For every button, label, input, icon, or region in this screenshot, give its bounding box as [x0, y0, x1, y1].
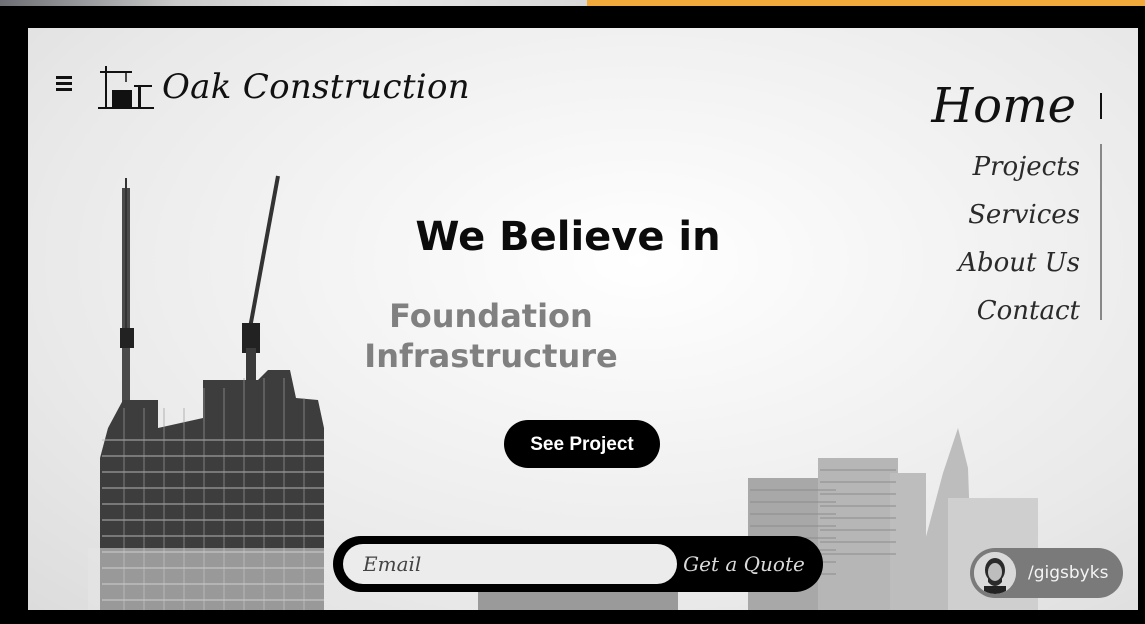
nav-item-services[interactable]: Services — [958, 191, 1080, 239]
nav-item-contact[interactable]: Contact — [958, 287, 1080, 335]
website-frame: Oak Construction Home Projects Services … — [28, 28, 1138, 610]
hero-subtitle-line-2: Infrastructure — [364, 337, 618, 375]
see-project-button[interactable]: See Project — [504, 420, 660, 468]
hero-title: We Believe in — [415, 214, 721, 260]
hero-subtitle-line-1: Foundation — [389, 297, 593, 335]
nav-item-home[interactable]: Home — [931, 78, 1076, 134]
brand-name: Oak Construction — [162, 67, 470, 107]
top-image-strip — [0, 0, 587, 6]
email-field[interactable] — [343, 544, 677, 584]
crane-building-icon — [98, 66, 154, 109]
nav-item-about-us[interactable]: About Us — [958, 239, 1080, 287]
avatar-portrait-icon — [974, 552, 1016, 594]
nav-active-indicator — [1100, 93, 1102, 119]
nav-item-projects[interactable]: Projects — [958, 143, 1080, 191]
quote-form: Get a Quote — [333, 536, 823, 592]
top-accent-strip — [587, 0, 1145, 6]
creator-badge[interactable]: /gigsbyks — [970, 548, 1123, 598]
nav-divider — [1100, 144, 1102, 320]
hero-subtitle: Foundation Infrastructure — [301, 296, 681, 376]
get-a-quote-button[interactable]: Get a Quote — [679, 544, 809, 584]
brand-logo[interactable]: Oak Construction — [98, 64, 470, 110]
hamburger-menu-icon[interactable] — [54, 76, 74, 94]
creator-handle: /gigsbyks — [1028, 563, 1109, 583]
avatar — [974, 552, 1016, 594]
nav-menu: Projects Services About Us Contact — [958, 143, 1080, 335]
